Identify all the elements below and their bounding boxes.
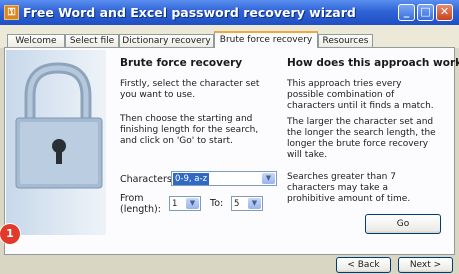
minimize-icon: _ [403, 5, 410, 18]
maximize-button[interactable]: □ [417, 4, 434, 21]
go-button[interactable]: Go [365, 214, 441, 234]
to-length-value: 5 [234, 199, 240, 209]
character-set-select[interactable]: 0-9, a-z ▼ [171, 171, 277, 186]
chevron-down-icon[interactable]: ▼ [248, 198, 261, 209]
title-bar[interactable]: ⚿ Free Word and Excel password recovery … [0, 0, 459, 25]
close-icon: ✕ [439, 5, 450, 18]
tab-panel: Brute force recovery Firstly, select the… [4, 47, 459, 255]
window-title: Free Word and Excel password recovery wi… [23, 5, 356, 20]
character-set-value: 0-9, a-z [173, 173, 210, 185]
tab-brute-force-recovery[interactable]: Brute force recovery [214, 31, 318, 48]
from-label: From [120, 193, 144, 204]
tab-resources[interactable]: Resources [318, 34, 373, 47]
tab-dictionary-recovery[interactable]: Dictionary recovery [119, 34, 214, 47]
brute-force-heading: Brute force recovery [120, 57, 243, 69]
to-length-select[interactable]: 5 ▼ [231, 196, 263, 211]
padlock-illustration [6, 50, 106, 235]
chevron-down-icon[interactable]: ▼ [262, 173, 275, 184]
tab-strip: Welcome Select file Dictionary recovery … [0, 25, 459, 48]
instructions-length: Then choose the starting and finishing l… [120, 114, 259, 146]
how-it-works-heading: How does this approach work? [287, 57, 459, 69]
characters-label: Characters [120, 174, 172, 185]
annotation-badge: 1 [0, 224, 20, 244]
maximize-icon: □ [420, 5, 431, 18]
to-label: To: [210, 198, 224, 209]
from-length-select[interactable]: 1 ▼ [169, 196, 201, 211]
back-button[interactable]: < Back [336, 257, 391, 273]
close-button[interactable]: ✕ [436, 4, 453, 21]
tab-welcome[interactable]: Welcome [7, 34, 65, 47]
explanation-3: Searches greater than 7 characters may t… [287, 172, 411, 204]
chevron-down-icon[interactable]: ▼ [186, 198, 199, 209]
wizard-app-icon: ⚿ [4, 5, 19, 20]
minimize-button[interactable]: _ [398, 4, 415, 21]
explanation-1: This approach tries every possible combi… [287, 79, 434, 111]
explanation-2: The larger the character set and the lon… [287, 117, 436, 160]
next-button[interactable]: Next > [398, 257, 453, 273]
from-length-label: (length): [120, 204, 161, 215]
tab-select-file[interactable]: Select file [65, 34, 119, 47]
instructions-charset: Firstly, select the character set you wa… [120, 79, 260, 100]
from-length-value: 1 [172, 199, 178, 209]
padlock-icon [15, 62, 103, 189]
